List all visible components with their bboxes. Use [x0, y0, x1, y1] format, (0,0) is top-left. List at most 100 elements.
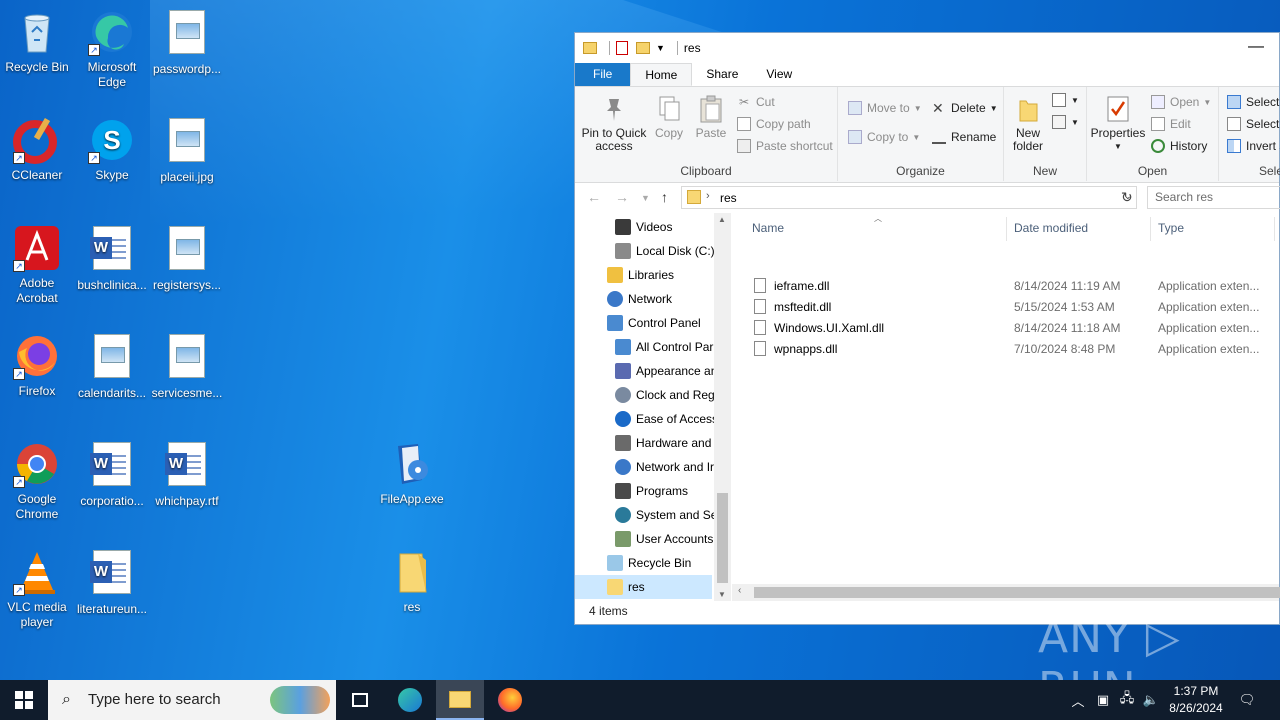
- desktop-icon[interactable]: placeii.jpg: [150, 116, 224, 185]
- recent-locations-chevron-icon[interactable]: ▼: [641, 193, 650, 203]
- desktop-icon[interactable]: FileApp.exe: [375, 440, 449, 507]
- taskbar-clock[interactable]: 1:37 PM 8/26/2024: [1160, 683, 1232, 717]
- copy-to-button[interactable]: Copy to ▼: [848, 130, 920, 144]
- up-arrow-icon[interactable]: ↑: [661, 189, 668, 205]
- volume-icon[interactable]: 🔈: [1140, 680, 1162, 720]
- rename-button[interactable]: Rename: [932, 130, 996, 144]
- cut-button[interactable]: ✂ Cut: [737, 95, 775, 109]
- desktop-icon[interactable]: Wwhichpay.rtf: [150, 440, 224, 509]
- file-row[interactable]: ieframe.dll 8/14/2024 11:19 AM Application…: [732, 276, 1279, 297]
- desktop-icon[interactable]: calendarits...: [75, 332, 149, 401]
- scroll-down-icon[interactable]: ▼: [718, 590, 726, 599]
- tab-share[interactable]: Share: [692, 63, 752, 86]
- desktop-icon[interactable]: Recycle Bin: [0, 8, 74, 75]
- nav-tree-item[interactable]: Appearance an: [575, 359, 717, 383]
- minimize-button[interactable]: —: [1233, 33, 1279, 63]
- column-header-type[interactable]: Type: [1138, 213, 1184, 243]
- easy-access-button[interactable]: ▼: [1052, 115, 1079, 129]
- desktop-icon[interactable]: registersys...: [150, 224, 224, 293]
- new-item-button[interactable]: ▼: [1052, 93, 1079, 107]
- breadcrumb-res[interactable]: res: [720, 191, 737, 205]
- invert-selection-button[interactable]: Invert s: [1227, 139, 1280, 153]
- nav-tree-item[interactable]: Libraries: [575, 263, 674, 287]
- nav-tree-item[interactable]: Ease of Access: [575, 407, 718, 431]
- tab-home[interactable]: Home: [630, 63, 693, 86]
- address-bar[interactable]: › res ⌄: [681, 186, 1137, 209]
- chevron-down-icon[interactable]: ▼: [656, 43, 665, 53]
- nav-tree-item[interactable]: Videos: [575, 215, 672, 239]
- select-all-button[interactable]: Select a: [1227, 95, 1280, 109]
- nav-tree-item[interactable]: Recycle Bin: [575, 551, 691, 575]
- desktop-icon[interactable]: ↗ Adobe Acrobat: [0, 224, 74, 306]
- file-date: 8/14/2024 11:19 AM: [1014, 279, 1121, 293]
- copy-path-button[interactable]: Copy path: [737, 117, 811, 131]
- refresh-icon[interactable]: ↻: [1121, 189, 1133, 206]
- task-view-button[interactable]: [336, 680, 384, 720]
- desktop-icon[interactable]: S ↗ Skype: [75, 116, 149, 183]
- navigation-pane-scrollbar[interactable]: ▲ ▼: [714, 213, 731, 601]
- dll-file-icon: [754, 320, 766, 335]
- edit-button[interactable]: Edit: [1151, 117, 1191, 131]
- new-folder-button[interactable]: New folder: [1008, 95, 1048, 153]
- nav-tree-item[interactable]: Clock and Regi: [575, 383, 717, 407]
- taskbar-firefox[interactable]: [486, 680, 534, 720]
- search-input[interactable]: Search res: [1147, 186, 1280, 209]
- tab-view[interactable]: View: [752, 63, 806, 86]
- history-button[interactable]: History: [1151, 139, 1207, 153]
- copy-button[interactable]: Copy: [649, 95, 689, 140]
- desktop-icon[interactable]: servicesme...: [150, 332, 224, 401]
- paste-button[interactable]: Paste: [691, 95, 731, 140]
- taskbar-edge[interactable]: [386, 680, 434, 720]
- new-folder-quick-icon[interactable]: [636, 42, 650, 54]
- file-list-horizontal-scrollbar[interactable]: ‹: [732, 584, 1280, 601]
- scroll-left-icon[interactable]: ‹: [738, 585, 741, 596]
- file-row[interactable]: Windows.UI.Xaml.dll 8/14/2024 11:18 AM App…: [732, 318, 1279, 339]
- window-title: res: [683, 41, 701, 55]
- file-row[interactable]: msftedit.dll 5/15/2024 1:53 AM Application…: [732, 297, 1279, 318]
- scroll-thumb[interactable]: [717, 493, 728, 583]
- nav-tree-item[interactable]: Control Panel: [575, 311, 701, 335]
- desktop-icon[interactable]: res: [375, 548, 449, 615]
- column-header-name[interactable]: Name: [732, 213, 784, 243]
- device-icon[interactable]: ▣: [1092, 680, 1114, 720]
- desktop-icon[interactable]: ↗ Firefox: [0, 332, 74, 399]
- desktop-icon[interactable]: ↗ Microsoft Edge: [75, 8, 149, 90]
- nav-tree-item[interactable]: User Accounts: [575, 527, 713, 551]
- pin-quick-access-button[interactable]: Pin to Quick access: [581, 95, 647, 153]
- start-button[interactable]: [0, 680, 48, 720]
- desktop-icon[interactable]: Wliteratureun...: [75, 548, 149, 617]
- nav-tree-item[interactable]: Hardware and: [575, 431, 711, 455]
- nav-tree-item[interactable]: System and Se: [575, 503, 717, 527]
- open-button[interactable]: Open ▼: [1151, 95, 1211, 109]
- nav-tree-item[interactable]: Programs: [575, 479, 688, 503]
- notification-center-icon[interactable]: 🗨: [1236, 680, 1258, 720]
- desktop-icon[interactable]: ↗ VLC media player: [0, 548, 74, 630]
- forward-arrow-icon[interactable]: →: [615, 189, 629, 205]
- back-arrow-icon[interactable]: ←: [587, 189, 601, 205]
- network-icon[interactable]: 🖧: [1116, 680, 1138, 720]
- horizontal-scroll-thumb[interactable]: [754, 587, 1280, 598]
- desktop-icon[interactable]: ↗ CCleaner: [0, 116, 74, 183]
- properties-quick-icon[interactable]: [616, 41, 628, 55]
- column-header-date[interactable]: Date modified: [994, 213, 1088, 243]
- taskbar-file-explorer[interactable]: [436, 680, 484, 720]
- nav-tree-item[interactable]: All Control Par: [575, 335, 713, 359]
- move-to-button[interactable]: Move to ▼: [848, 101, 922, 115]
- paste-shortcut-button[interactable]: Paste shortcut: [737, 139, 833, 153]
- desktop-icon[interactable]: passwordp...: [150, 8, 224, 77]
- scroll-up-icon[interactable]: ▲: [718, 215, 726, 224]
- desktop-icon[interactable]: ↗ Google Chrome: [0, 440, 74, 522]
- show-hidden-icons-chevron-icon[interactable]: ︿: [1068, 680, 1088, 720]
- select-none-button[interactable]: Select n: [1227, 117, 1280, 131]
- nav-tree-item[interactable]: Local Disk (C:): [575, 239, 715, 263]
- file-row[interactable]: wpnapps.dll 7/10/2024 8:48 PM Application …: [732, 339, 1279, 360]
- delete-button[interactable]: ✕ Delete ▼: [932, 101, 998, 115]
- desktop-icon[interactable]: Wcorporatio...: [75, 440, 149, 509]
- nav-tree-item[interactable]: Network: [575, 287, 672, 311]
- nav-tree-item[interactable]: Network and Ir: [575, 455, 714, 479]
- properties-button[interactable]: Properties ▼: [1089, 95, 1147, 153]
- taskbar-search-box[interactable]: ⌕ Type here to search: [48, 680, 336, 720]
- tab-file[interactable]: File: [575, 63, 631, 86]
- desktop-icon[interactable]: Wbushclinica...: [75, 224, 149, 293]
- nav-tree-item[interactable]: res: [575, 575, 712, 599]
